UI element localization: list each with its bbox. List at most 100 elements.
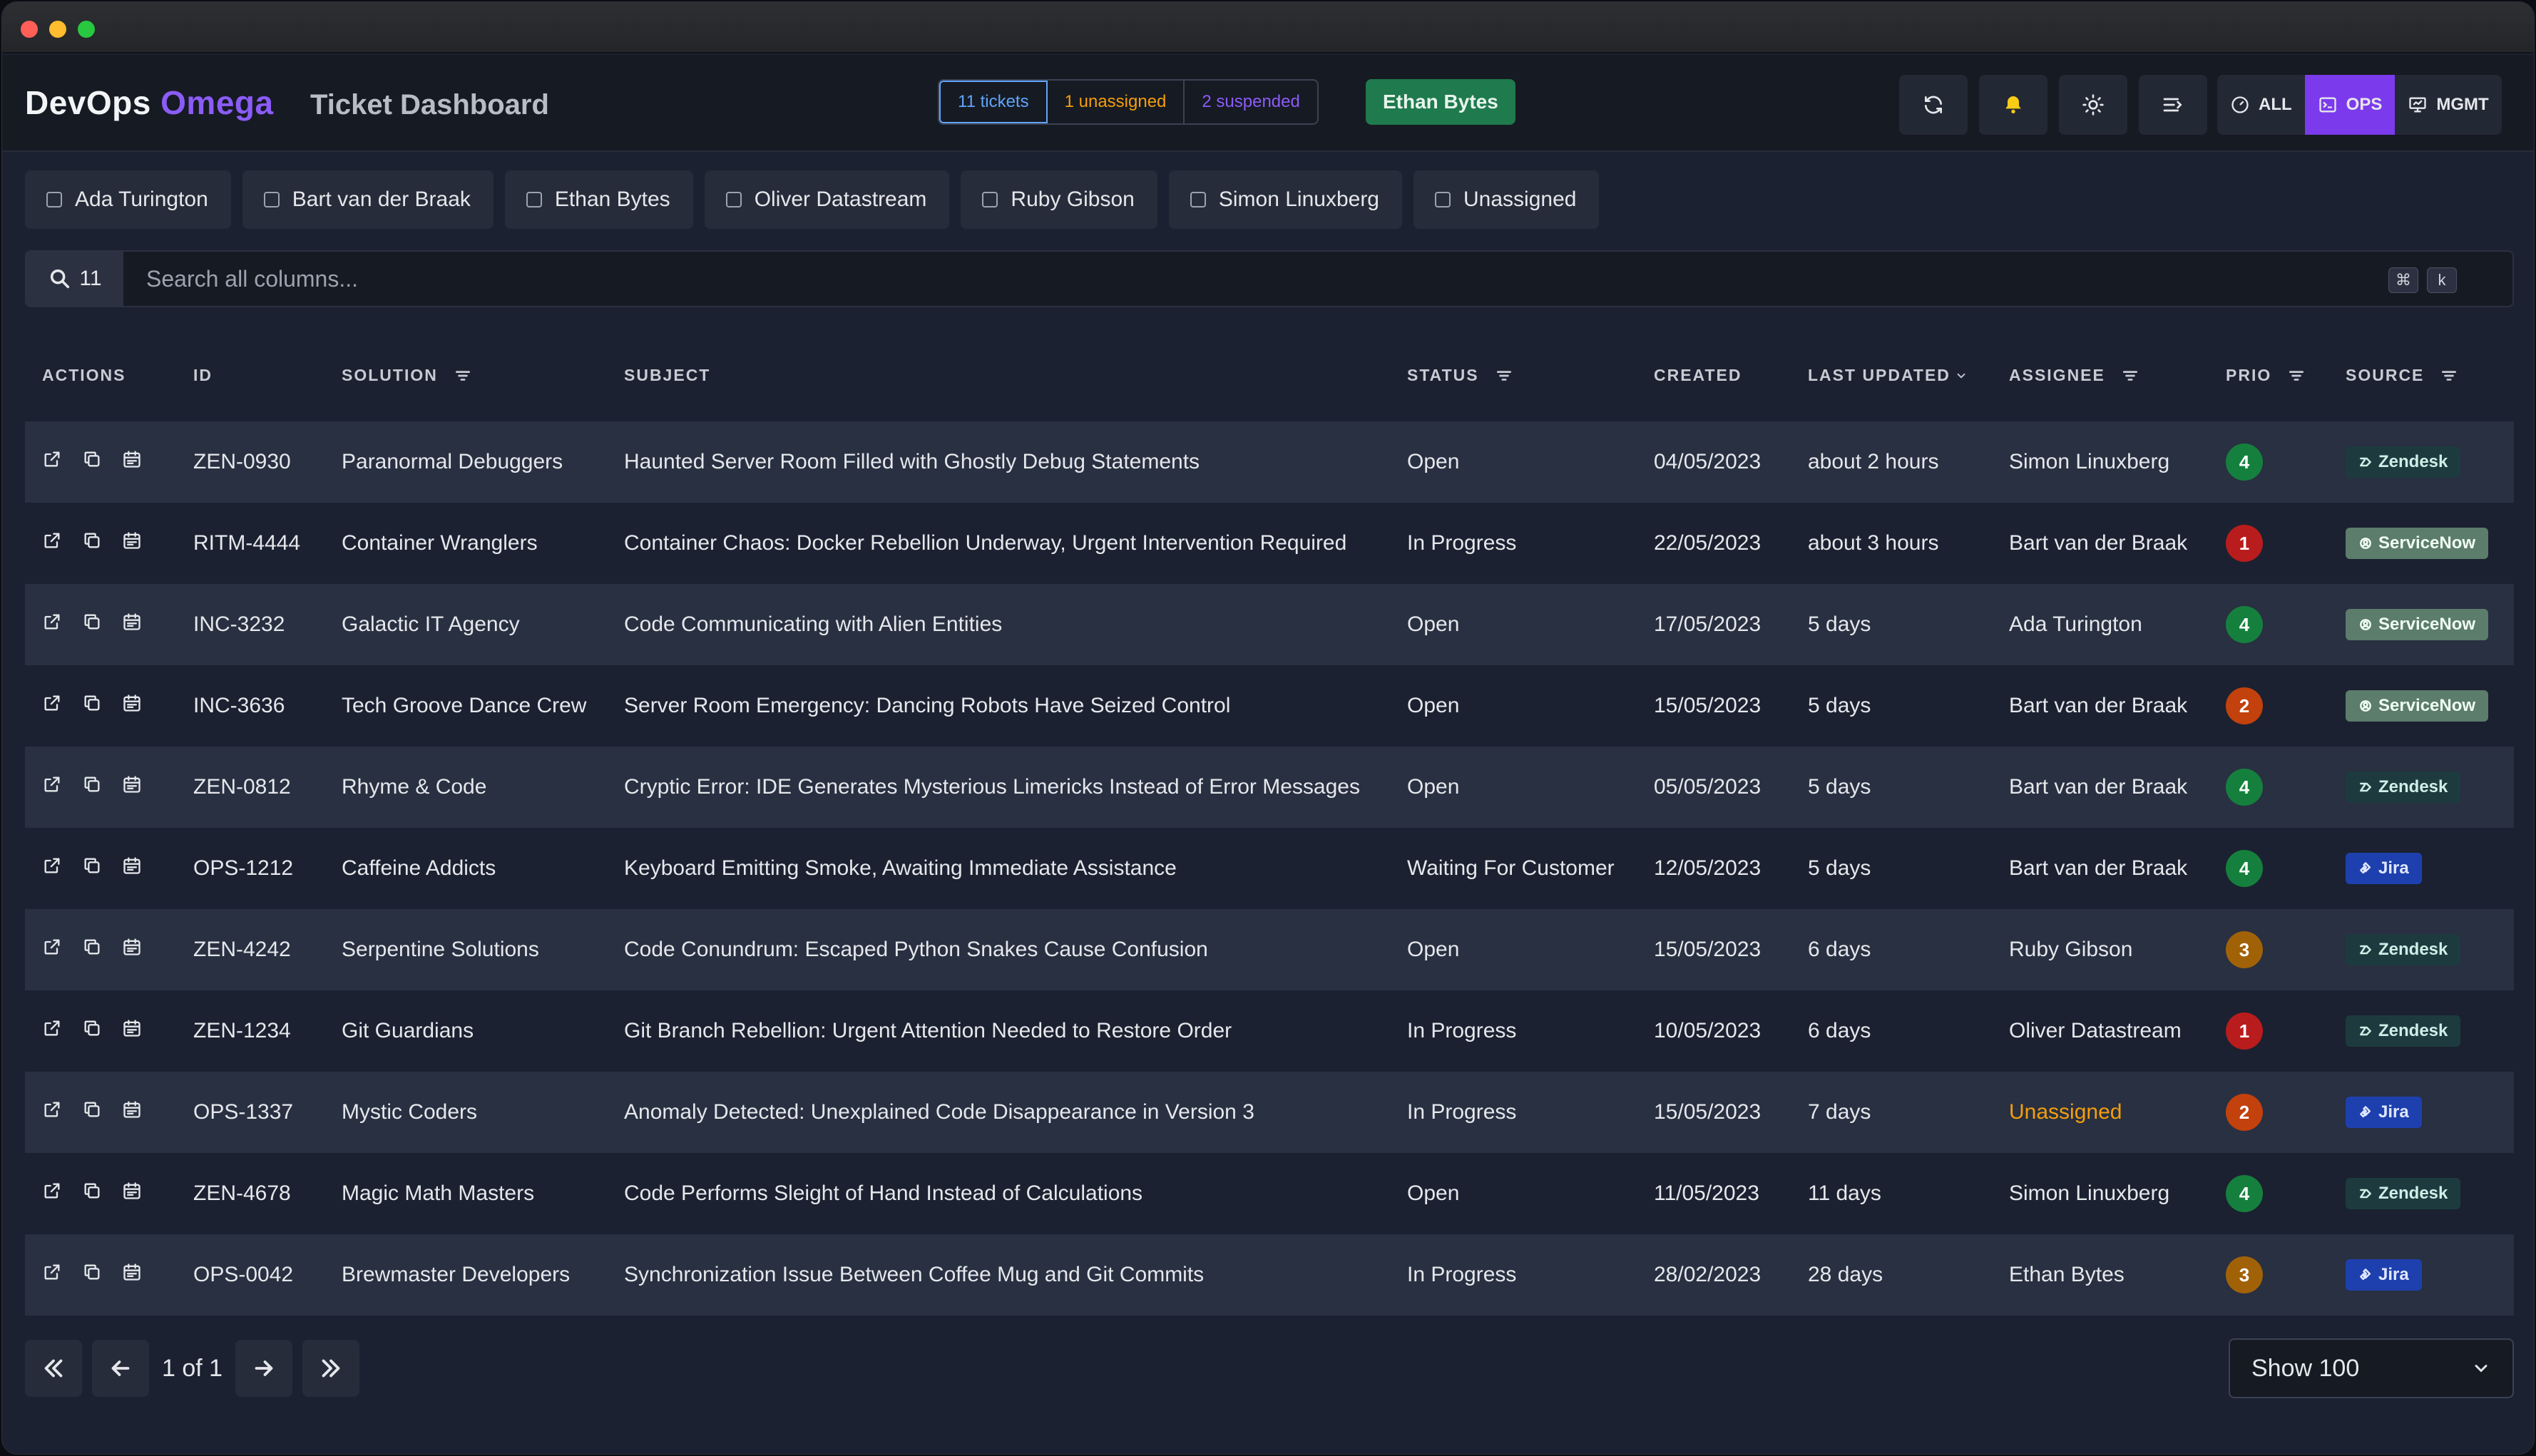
page-size-select[interactable]: Show 100: [2229, 1338, 2514, 1398]
assignee-filter-chip[interactable]: Ruby Gibson: [961, 170, 1157, 229]
copy-ticket-button[interactable]: [82, 1018, 102, 1044]
refresh-button[interactable]: [1899, 75, 1968, 135]
copy-ticket-button[interactable]: [82, 937, 102, 963]
copy-ticket-button[interactable]: [82, 612, 102, 637]
schedule-ticket-button[interactable]: [122, 856, 142, 881]
source-badge[interactable]: Jira: [2346, 853, 2422, 884]
copy-ticket-button[interactable]: [82, 530, 102, 556]
current-user-button[interactable]: Ethan Bytes: [1366, 79, 1515, 125]
open-ticket-button[interactable]: [42, 1262, 62, 1288]
col-source[interactable]: SOURCE: [2346, 366, 2458, 385]
copy-ticket-button[interactable]: [82, 774, 102, 800]
view-ops-button[interactable]: OPS: [2304, 75, 2396, 135]
table-row[interactable]: INC-3232 Galactic IT Agency Code Communica…: [25, 584, 2514, 665]
last-page-button[interactable]: [302, 1340, 360, 1397]
table-row[interactable]: ZEN-1234 Git Guardians Git Branch Rebellio…: [25, 990, 2514, 1072]
open-ticket-button[interactable]: [42, 1099, 62, 1125]
checkbox[interactable]: [982, 192, 998, 207]
table-row[interactable]: OPS-1212 Caffeine Addicts Keyboard Emittin…: [25, 828, 2514, 909]
table-row[interactable]: OPS-1337 Mystic Coders Anomaly Detected: U…: [25, 1072, 2514, 1153]
copy-ticket-button[interactable]: [82, 449, 102, 475]
open-ticket-button[interactable]: [42, 449, 62, 475]
assignee-filter-chip[interactable]: Ethan Bytes: [504, 170, 693, 229]
table-row[interactable]: OPS-0042 Brewmaster Developers Synchroniza…: [25, 1234, 2514, 1316]
checkbox[interactable]: [46, 192, 62, 207]
table-row[interactable]: INC-3636 Tech Groove Dance Crew Server Roo…: [25, 665, 2514, 747]
col-last-updated[interactable]: LAST UPDATED: [1808, 366, 1968, 385]
source-badge[interactable]: ServiceNow: [2346, 528, 2489, 559]
col-prio[interactable]: PRIO: [2226, 366, 2306, 385]
assignee-filter-chip[interactable]: Ada Turington: [25, 170, 231, 229]
source-badge[interactable]: Zendesk: [2346, 934, 2461, 965]
col-status[interactable]: STATUS: [1407, 366, 1513, 385]
schedule-ticket-button[interactable]: [122, 530, 142, 556]
open-ticket-button[interactable]: [42, 1018, 62, 1044]
source-badge[interactable]: Zendesk: [2346, 1015, 2461, 1047]
checkbox[interactable]: [526, 192, 542, 207]
checkbox[interactable]: [1435, 192, 1451, 207]
copy-ticket-button[interactable]: [82, 693, 102, 719]
checkbox[interactable]: [1190, 192, 1206, 207]
source-badge[interactable]: Jira: [2346, 1097, 2422, 1128]
ticket-count-badge[interactable]: 11 tickets: [939, 81, 1048, 123]
schedule-ticket-button[interactable]: [122, 449, 142, 475]
table-row[interactable]: RITM-4444 Container Wranglers Container Ch…: [25, 503, 2514, 584]
open-ticket-button[interactable]: [42, 937, 62, 963]
schedule-ticket-button[interactable]: [122, 693, 142, 719]
assignee-filter-chip[interactable]: Oliver Datastream: [704, 170, 950, 229]
minimize-window-button[interactable]: [49, 21, 66, 38]
suspended-count-badge[interactable]: 2 suspended: [1185, 81, 1316, 123]
schedule-ticket-button[interactable]: [122, 1262, 142, 1288]
open-ticket-button[interactable]: [42, 1181, 62, 1206]
open-ticket-button[interactable]: [42, 612, 62, 637]
schedule-ticket-button[interactable]: [122, 1181, 142, 1206]
col-solution[interactable]: SOLUTION: [342, 366, 472, 385]
assignee-filter-chip[interactable]: Bart van der Braak: [242, 170, 494, 229]
view-mgmt-button[interactable]: MGMT: [2395, 75, 2501, 135]
filter-icon[interactable]: [2287, 366, 2306, 385]
source-badge[interactable]: Jira: [2346, 1259, 2422, 1291]
filter-icon[interactable]: [2121, 366, 2139, 385]
unassigned-count-badge[interactable]: 1 unassigned: [1048, 81, 1185, 123]
prev-page-button[interactable]: [92, 1340, 149, 1397]
source-badge[interactable]: Zendesk: [2346, 771, 2461, 803]
open-ticket-button[interactable]: [42, 530, 62, 556]
source-badge[interactable]: Zendesk: [2346, 1178, 2461, 1209]
col-id[interactable]: ID: [193, 366, 213, 385]
open-ticket-button[interactable]: [42, 774, 62, 800]
col-created[interactable]: CREATED: [1654, 366, 1742, 385]
checkbox[interactable]: [263, 192, 280, 207]
filter-icon[interactable]: [1495, 366, 1513, 385]
assignee-filter-chip[interactable]: Simon Linuxberg: [1168, 170, 1402, 229]
assignee-filter-chip[interactable]: Unassigned: [1413, 170, 1600, 229]
sort-toggle-button[interactable]: [2139, 75, 2207, 135]
next-page-button[interactable]: [235, 1340, 293, 1397]
filter-icon[interactable]: [454, 366, 472, 385]
filter-icon[interactable]: [2440, 366, 2458, 385]
copy-ticket-button[interactable]: [82, 1099, 102, 1125]
schedule-ticket-button[interactable]: [122, 774, 142, 800]
open-ticket-button[interactable]: [42, 856, 62, 881]
table-row[interactable]: ZEN-0812 Rhyme & Code Cryptic Error: IDE G…: [25, 747, 2514, 828]
close-window-button[interactable]: [21, 21, 38, 38]
source-badge[interactable]: Zendesk: [2346, 446, 2461, 478]
theme-toggle-button[interactable]: [2059, 75, 2127, 135]
table-row[interactable]: ZEN-4678 Magic Math Masters Code Performs …: [25, 1153, 2514, 1234]
open-ticket-button[interactable]: [42, 693, 62, 719]
schedule-ticket-button[interactable]: [122, 1018, 142, 1044]
maximize-window-button[interactable]: [78, 21, 95, 38]
table-row[interactable]: ZEN-4242 Serpentine Solutions Code Conundr…: [25, 909, 2514, 990]
copy-ticket-button[interactable]: [82, 1262, 102, 1288]
table-row[interactable]: ZEN-0930 Paranormal Debuggers Haunted Serv…: [25, 421, 2514, 503]
notifications-button[interactable]: [1979, 75, 2047, 135]
source-badge[interactable]: ServiceNow: [2346, 609, 2489, 640]
schedule-ticket-button[interactable]: [122, 1099, 142, 1125]
source-badge[interactable]: ServiceNow: [2346, 690, 2489, 722]
copy-ticket-button[interactable]: [82, 1181, 102, 1206]
schedule-ticket-button[interactable]: [122, 612, 142, 637]
first-page-button[interactable]: [25, 1340, 82, 1397]
view-all-button[interactable]: ALL: [2217, 75, 2305, 135]
checkbox[interactable]: [725, 192, 742, 207]
copy-ticket-button[interactable]: [82, 856, 102, 881]
schedule-ticket-button[interactable]: [122, 937, 142, 963]
